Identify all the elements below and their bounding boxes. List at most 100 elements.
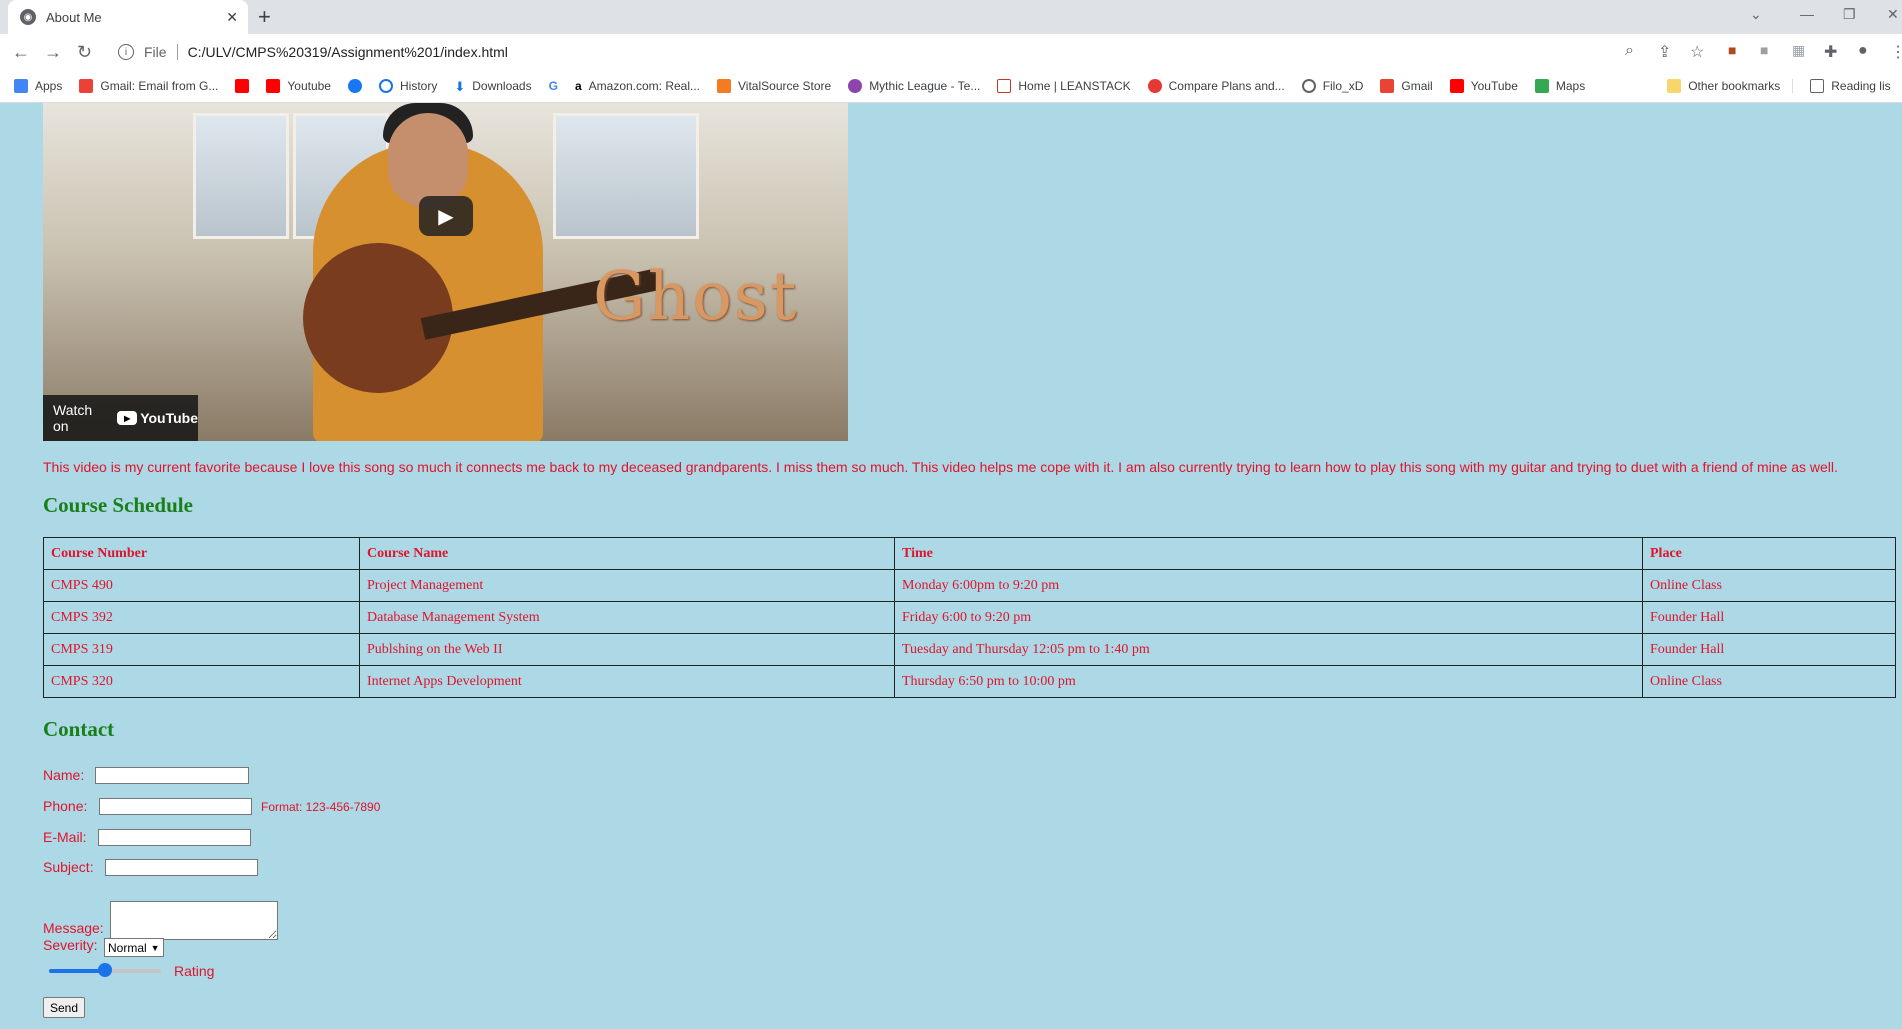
course-name-cell: Internet Apps Development bbox=[359, 665, 895, 698]
menu-icon[interactable]: ⋮ bbox=[1890, 42, 1902, 62]
bookmark-history[interactable]: History bbox=[378, 79, 437, 93]
bookmark-label: Compare Plans and... bbox=[1168, 79, 1285, 93]
bookmark-compare-plans[interactable]: Compare Plans and... bbox=[1147, 79, 1285, 93]
amazon-icon: a bbox=[574, 79, 582, 93]
back-icon[interactable]: ← bbox=[12, 42, 30, 63]
tab-about-me[interactable]: ◉ About Me ✕ bbox=[8, 0, 248, 34]
email-input[interactable] bbox=[98, 829, 251, 846]
severity-select[interactable]: Normal ▼ bbox=[104, 938, 164, 957]
youtube-wordmark: YouTube bbox=[140, 410, 198, 426]
course-schedule-table: Course Number Course Name Time Place CMP… bbox=[43, 537, 1896, 698]
table-header-row: Course Number Course Name Time Place bbox=[43, 537, 1896, 570]
leanstack-icon bbox=[997, 79, 1012, 93]
bookmark-label: Filo_xD bbox=[1322, 79, 1364, 93]
table-row: CMPS 392 Database Management System Frid… bbox=[43, 601, 1896, 634]
bookmark-mythic-league[interactable]: Mythic League - Te... bbox=[848, 79, 980, 93]
bookmark-youtube[interactable]: Youtube bbox=[266, 79, 331, 93]
rating-slider[interactable] bbox=[49, 963, 161, 977]
reload-icon[interactable]: ↻ bbox=[77, 42, 92, 63]
other-bookmarks[interactable]: Other bookmarks bbox=[1667, 79, 1794, 93]
extension-icon[interactable]: ▦ bbox=[1792, 42, 1805, 59]
name-input[interactable] bbox=[95, 767, 249, 784]
bookmark-google[interactable]: G bbox=[549, 79, 558, 93]
bookmark-downloads[interactable]: ⬇ Downloads bbox=[454, 79, 532, 94]
maps-icon bbox=[1534, 79, 1549, 93]
bookmark-label: YouTube bbox=[1470, 79, 1518, 93]
mythic-league-icon bbox=[848, 79, 863, 93]
star-icon[interactable]: ☆ bbox=[1690, 42, 1704, 62]
rating-slider-thumb[interactable] bbox=[98, 963, 112, 977]
contact-heading: Contact bbox=[43, 717, 115, 741]
address-bar[interactable]: i File C:/ULV/CMPS%20319/Assignment%201/… bbox=[108, 38, 1712, 66]
course-number-cell: CMPS 490 bbox=[43, 569, 360, 602]
globe-icon: ◉ bbox=[20, 9, 36, 25]
reading-list[interactable]: Reading lis bbox=[1810, 79, 1891, 93]
minimize-icon[interactable]: — bbox=[1800, 6, 1814, 22]
share-icon[interactable]: ⇪ bbox=[1658, 42, 1671, 62]
bookmark-gmail[interactable]: Gmail: Email from G... bbox=[79, 79, 218, 93]
folder-icon bbox=[1667, 79, 1682, 93]
table-row: CMPS 320 Internet Apps Development Thurs… bbox=[43, 665, 1896, 698]
tab-search-icon[interactable]: ⌄ bbox=[1750, 6, 1762, 23]
extension-icon[interactable]: ■ bbox=[1760, 42, 1768, 58]
youtube-icon bbox=[1449, 79, 1464, 93]
name-label: Name: bbox=[43, 767, 85, 783]
extension-icon[interactable]: ■ bbox=[1728, 42, 1736, 58]
watch-on-label: Watch on bbox=[53, 402, 93, 434]
bookmark-apps[interactable]: Apps bbox=[14, 79, 62, 93]
subject-input[interactable] bbox=[105, 859, 258, 876]
info-icon[interactable]: i bbox=[118, 44, 134, 60]
play-icon[interactable]: ▶ bbox=[419, 196, 473, 236]
course-number-cell: CMPS 320 bbox=[43, 665, 360, 698]
divider bbox=[176, 44, 178, 60]
restore-icon[interactable]: ❐ bbox=[1843, 6, 1856, 23]
video-person-head bbox=[388, 113, 468, 208]
watch-on-youtube-button[interactable]: Watch on ▶ YouTube bbox=[43, 395, 198, 441]
send-button[interactable]: Send bbox=[43, 997, 86, 1018]
table-row: CMPS 490 Project Management Monday 6:00p… bbox=[43, 569, 1896, 602]
forward-icon[interactable]: → bbox=[44, 42, 62, 63]
url-text[interactable]: C:/ULV/CMPS%20319/Assignment%201/index.h… bbox=[188, 44, 508, 60]
bookmark-label: Maps bbox=[1555, 79, 1586, 93]
bookmarks-bar: Apps Gmail: Email from G... Youtube Hist… bbox=[0, 70, 1902, 103]
bookmark-facebook[interactable] bbox=[347, 79, 362, 93]
avatar-icon[interactable]: ● bbox=[1858, 42, 1868, 60]
close-window-icon[interactable]: ✕ bbox=[1887, 6, 1899, 23]
bookmark-youtube-2[interactable]: YouTube bbox=[1449, 79, 1518, 93]
time-cell: Monday 6:00pm to 9:20 pm bbox=[894, 569, 1643, 602]
bookmark-label: Mythic League - Te... bbox=[869, 79, 981, 93]
bookmark-label: Downloads bbox=[472, 79, 532, 93]
bookmark-youtube-icon-only[interactable] bbox=[235, 79, 250, 93]
gmail-icon bbox=[1380, 79, 1395, 93]
vitalsource-icon bbox=[717, 79, 732, 93]
course-name-cell: Publshing on the Web II bbox=[359, 633, 895, 666]
phone-format-hint: Format: 123-456-7890 bbox=[261, 800, 381, 814]
bookmark-vitalsource[interactable]: VitalSource Store bbox=[717, 79, 831, 93]
bookmark-amazon[interactable]: a Amazon.com: Real... bbox=[575, 79, 700, 93]
phone-input[interactable] bbox=[99, 798, 252, 815]
bookmark-gmail-2[interactable]: Gmail bbox=[1380, 79, 1433, 93]
video-window bbox=[193, 113, 289, 239]
youtube-logo: ▶ YouTube bbox=[117, 410, 198, 426]
bookmark-maps[interactable]: Maps bbox=[1534, 79, 1586, 93]
close-tab-icon[interactable]: ✕ bbox=[226, 9, 238, 26]
file-label: File bbox=[144, 44, 167, 60]
bookmark-label: Other bookmarks bbox=[1688, 79, 1781, 93]
globe-icon bbox=[1301, 79, 1316, 93]
new-tab-icon[interactable]: + bbox=[258, 4, 271, 30]
youtube-embed[interactable]: Ghost ▶ Watch on ▶ YouTube bbox=[43, 103, 848, 441]
header-place: Place bbox=[1642, 537, 1896, 570]
message-label: Message: bbox=[43, 920, 104, 936]
course-number-cell: CMPS 392 bbox=[43, 601, 360, 634]
message-textarea[interactable] bbox=[110, 901, 278, 940]
bookmark-filo[interactable]: Filo_xD bbox=[1301, 79, 1364, 93]
header-course-number: Course Number bbox=[43, 537, 360, 570]
bookmark-label: Gmail bbox=[1401, 79, 1433, 93]
page-content: Ghost ▶ Watch on ▶ YouTube This video is … bbox=[0, 103, 1902, 1029]
bookmark-leanstack[interactable]: Home | LEANSTACK bbox=[997, 79, 1131, 93]
zoom-icon[interactable]: ⌕ bbox=[1625, 42, 1634, 60]
time-cell: Thursday 6:50 pm to 10:00 pm bbox=[894, 665, 1643, 698]
puzzle-icon[interactable]: ✚ bbox=[1824, 42, 1837, 62]
place-cell: Founder Hall bbox=[1642, 601, 1896, 634]
tab-title: About Me bbox=[46, 9, 102, 25]
